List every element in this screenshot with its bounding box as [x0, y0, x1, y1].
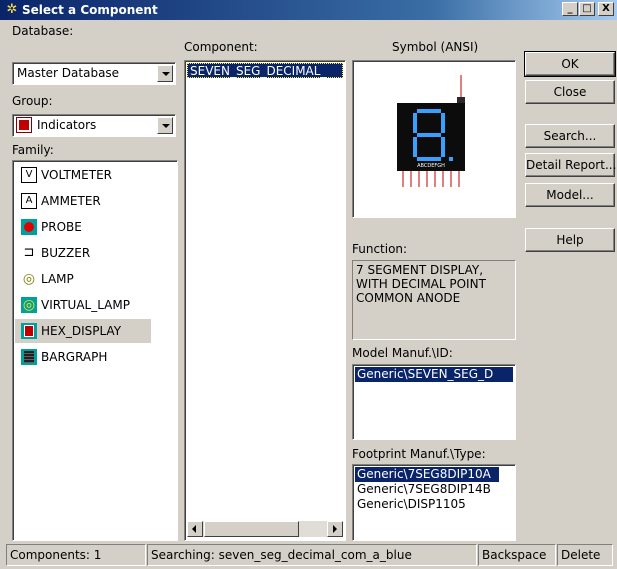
- seven-segment-symbol-icon: ABCDEFGH: [397, 75, 465, 187]
- model-item[interactable]: Generic\SEVEN_SEG_D: [355, 367, 513, 382]
- probe-icon: [21, 219, 37, 235]
- app-icon: ✲: [6, 2, 18, 17]
- family-item-hex-display[interactable]: HEX_DISPLAY: [15, 319, 151, 343]
- model-button[interactable]: Model...: [525, 183, 615, 207]
- database-dropdown-arrow-icon[interactable]: [157, 65, 173, 82]
- component-hscrollbar[interactable]: [187, 521, 343, 537]
- lamp-icon: ◎: [22, 271, 36, 287]
- detail-report-button[interactable]: Detail Report...: [525, 153, 616, 177]
- scroll-right-button[interactable]: [327, 521, 343, 537]
- component-label: Component:: [184, 40, 258, 54]
- group-select[interactable]: Indicators: [12, 114, 176, 137]
- hex-display-icon: [21, 323, 37, 339]
- status-components-count: Components: 1: [6, 544, 146, 566]
- segment-pin-labels: ABCDEFGH: [417, 163, 445, 169]
- bargraph-icon: [21, 349, 37, 365]
- scroll-left-button[interactable]: [187, 521, 203, 537]
- footprint-item[interactable]: Generic\7SEG8DIP14B: [355, 482, 513, 497]
- model-list[interactable]: Generic\SEVEN_SEG_D: [352, 364, 516, 440]
- family-item-probe[interactable]: PROBE: [15, 215, 151, 239]
- symbol-label: Symbol (ANSI): [392, 40, 479, 54]
- buzzer-icon: ⊐: [23, 245, 35, 260]
- indicators-icon: [16, 117, 32, 133]
- close-window-button[interactable]: X: [598, 2, 614, 16]
- close-button[interactable]: Close: [525, 80, 615, 104]
- status-searching: Searching: seven_seg_decimal_com_a_blue: [147, 544, 477, 566]
- ammeter-icon: A: [21, 193, 37, 209]
- footprint-list[interactable]: Generic\7SEG8DIP10A Generic\7SEG8DIP14B …: [352, 464, 516, 541]
- maximize-button[interactable]: □: [579, 2, 595, 16]
- symbol-preview: ABCDEFGH: [352, 60, 516, 218]
- family-item-label: BARGRAPH: [41, 350, 108, 364]
- window-title: Select a Component: [22, 3, 158, 17]
- family-item-ammeter[interactable]: A AMMETER: [15, 189, 151, 213]
- family-item-bargraph[interactable]: BARGRAPH: [15, 345, 151, 369]
- status-backspace: Backspace: [478, 544, 556, 566]
- family-item-lamp[interactable]: ◎ LAMP: [15, 267, 151, 291]
- ok-button[interactable]: OK: [524, 51, 616, 77]
- family-item-virtual-lamp[interactable]: ◎ VIRTUAL_LAMP: [15, 293, 151, 317]
- family-label: Family:: [12, 143, 54, 157]
- group-dropdown-arrow-icon[interactable]: [157, 117, 173, 134]
- family-item-label: HEX_DISPLAY: [41, 324, 122, 338]
- model-label: Model Manuf.\ID:: [352, 346, 453, 360]
- family-item-label: VIRTUAL_LAMP: [41, 298, 130, 312]
- family-item-buzzer[interactable]: ⊐ BUZZER: [15, 241, 151, 265]
- virtual-lamp-icon: ◎: [21, 297, 37, 313]
- footprint-item[interactable]: Generic\DISP1105: [355, 497, 513, 512]
- scroll-thumb[interactable]: [204, 521, 299, 537]
- footprint-label: Footprint Manuf.\Type:: [352, 447, 486, 461]
- family-item-label: PROBE: [41, 220, 82, 234]
- family-item-voltmeter[interactable]: V VOLTMETER: [15, 163, 151, 187]
- function-text: 7 SEGMENT DISPLAY, WITH DECIMAL POINT CO…: [352, 260, 516, 340]
- group-value: Indicators: [37, 118, 97, 132]
- family-item-label: BUZZER: [41, 246, 91, 260]
- family-item-label: LAMP: [41, 272, 74, 286]
- database-value: Master Database: [17, 66, 120, 80]
- search-button[interactable]: Search...: [525, 124, 615, 148]
- group-label: Group:: [12, 94, 53, 108]
- database-label: Database:: [12, 24, 74, 38]
- family-item-label: VOLTMETER: [41, 168, 112, 182]
- status-delete: Delete: [557, 544, 613, 566]
- family-list[interactable]: V VOLTMETER A AMMETER PROBE ⊐ BUZZER ◎ L…: [12, 160, 178, 541]
- database-select[interactable]: Master Database: [12, 62, 176, 85]
- help-button[interactable]: Help: [525, 228, 615, 252]
- minimize-button[interactable]: _: [562, 2, 578, 16]
- function-label: Function:: [352, 242, 408, 256]
- component-list[interactable]: SEVEN_SEG_DECIMAL_: [184, 60, 346, 541]
- footprint-item[interactable]: Generic\7SEG8DIP10A: [355, 467, 499, 482]
- title-bar: ✲ Select a Component _ □ X: [0, 0, 617, 20]
- family-item-label: AMMETER: [41, 194, 101, 208]
- component-item[interactable]: SEVEN_SEG_DECIMAL_: [187, 63, 343, 78]
- voltmeter-icon: V: [21, 167, 37, 183]
